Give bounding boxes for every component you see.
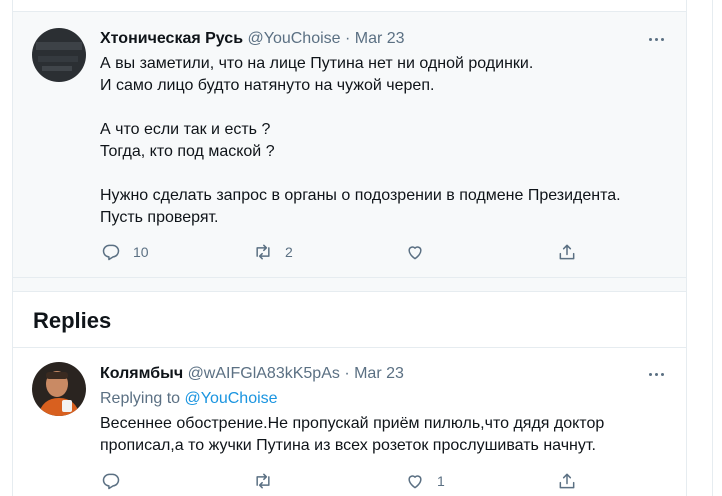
share-button[interactable] — [557, 241, 577, 263]
replies-header: Replies — [13, 293, 686, 348]
retweet-icon — [256, 473, 270, 489]
section-gap — [13, 278, 686, 292]
tweet-actions: 1 — [101, 470, 581, 492]
heart-icon — [408, 246, 422, 260]
retweet-icon — [256, 244, 270, 260]
replying-prefix: Replying to — [100, 390, 181, 407]
mention-link[interactable]: @YouChoise — [185, 390, 278, 407]
more-icon[interactable] — [648, 28, 666, 50]
retweet-button[interactable]: 2 — [253, 241, 293, 263]
tweet-date[interactable]: Mar 23 — [355, 30, 405, 47]
avatar[interactable] — [32, 362, 86, 416]
reply-count: 10 — [133, 244, 149, 260]
more-icon[interactable] — [648, 363, 666, 385]
avatar[interactable] — [32, 28, 86, 82]
top-divider — [13, 0, 686, 12]
timeline-column: Хтоническая Русь @YouChoise · Mar 23 А в… — [12, 0, 687, 496]
tweet-header: Колямбыч @wAIFGlA83kK5pAs · Mar 23 — [100, 363, 404, 385]
display-name[interactable]: Колямбыч — [100, 365, 183, 382]
reply-button[interactable] — [101, 470, 133, 492]
right-column-divider — [712, 0, 713, 496]
tweet-text: А вы заметили, что на лице Путина нет ни… — [100, 55, 621, 226]
like-button[interactable] — [405, 241, 437, 263]
separator-dot: · — [344, 365, 350, 382]
reply-tweet[interactable]: Колямбыч @wAIFGlA83kK5pAs · Mar 23 Reply… — [13, 348, 686, 496]
tweet-text: Весеннее обострение.Не пропускай приём п… — [100, 415, 605, 454]
like-count: 1 — [437, 473, 445, 489]
reply-icon — [102, 244, 120, 261]
separator-dot: · — [345, 30, 351, 47]
tweet-date[interactable]: Mar 23 — [354, 365, 404, 382]
reply-icon — [102, 473, 120, 490]
heart-icon — [408, 475, 422, 489]
tweet-actions: 10 2 — [101, 241, 581, 263]
replies-title: Replies — [33, 308, 112, 333]
main-tweet[interactable]: Хтоническая Русь @YouChoise · Mar 23 А в… — [13, 12, 686, 278]
tweet-header: Хтоническая Русь @YouChoise · Mar 23 — [100, 28, 405, 50]
retweet-count: 2 — [285, 244, 293, 260]
share-icon — [559, 244, 575, 260]
share-icon — [559, 473, 575, 489]
retweet-button[interactable] — [253, 470, 285, 492]
display-name[interactable]: Хтоническая Русь — [100, 30, 243, 47]
user-handle[interactable]: @wAIFGlA83kK5pAs — [188, 365, 340, 382]
like-button[interactable]: 1 — [405, 470, 445, 492]
reply-button[interactable]: 10 — [101, 241, 149, 263]
replying-to: Replying to @YouChoise — [100, 388, 278, 410]
user-handle[interactable]: @YouChoise — [248, 30, 341, 47]
share-button[interactable] — [557, 470, 577, 492]
